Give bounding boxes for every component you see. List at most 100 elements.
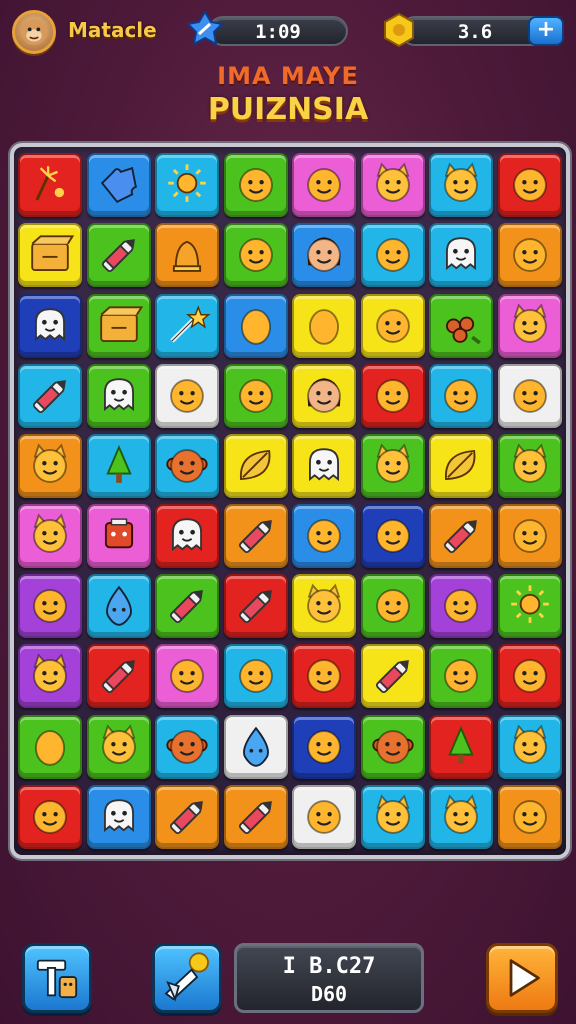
tile-crayon[interactable] — [155, 574, 220, 639]
tile-tree[interactable] — [429, 714, 494, 779]
tile-cat[interactable] — [18, 433, 83, 498]
tile-drop[interactable] — [86, 574, 151, 639]
tile-smile[interactable] — [292, 504, 357, 569]
crayon-icon — [101, 660, 135, 694]
tile-cat[interactable] — [360, 784, 425, 849]
tile-smile[interactable] — [223, 153, 288, 218]
tile-tree[interactable] — [86, 433, 151, 498]
wand-icon — [170, 304, 211, 343]
tile-egg[interactable] — [292, 293, 357, 358]
tile-cat[interactable] — [497, 293, 562, 358]
tile-crayon[interactable] — [360, 644, 425, 709]
tile-cat[interactable] — [18, 504, 83, 569]
smile-icon — [307, 168, 342, 203]
tile-monkey[interactable] — [155, 433, 220, 498]
tile-sun[interactable] — [155, 153, 220, 218]
tile-smile[interactable] — [429, 644, 494, 709]
tile-crayon[interactable] — [223, 784, 288, 849]
tile-smile[interactable] — [497, 153, 562, 218]
tile-smile[interactable] — [223, 363, 288, 428]
tile-berries[interactable] — [429, 293, 494, 358]
tile-smile[interactable] — [18, 574, 83, 639]
tile-crayon[interactable] — [223, 574, 288, 639]
add-coins-button[interactable]: + — [528, 16, 564, 46]
egg-icon — [240, 308, 271, 345]
tile-ghost[interactable] — [155, 504, 220, 569]
tile-egg[interactable] — [18, 714, 83, 779]
tile-crayon[interactable] — [429, 504, 494, 569]
tile-smile[interactable] — [497, 223, 562, 288]
avatar[interactable] — [12, 10, 56, 54]
tile-leaf[interactable] — [429, 433, 494, 498]
tile-girl[interactable] — [292, 223, 357, 288]
tile-cat[interactable] — [292, 574, 357, 639]
smile-icon — [512, 168, 547, 203]
tile-sparkler[interactable] — [18, 153, 83, 218]
tile-smile[interactable] — [497, 784, 562, 849]
hammer-icon — [36, 959, 78, 999]
tile-cat[interactable] — [18, 644, 83, 709]
tile-smile[interactable] — [360, 504, 425, 569]
tile-box[interactable] — [86, 293, 151, 358]
tile-sun[interactable] — [497, 574, 562, 639]
tile-crayon[interactable] — [18, 363, 83, 428]
tile-ghost[interactable] — [18, 293, 83, 358]
tile-smile[interactable] — [497, 504, 562, 569]
tile-egg[interactable] — [223, 293, 288, 358]
tile-smile[interactable] — [292, 714, 357, 779]
tile-cat[interactable] — [429, 784, 494, 849]
tile-smile[interactable] — [223, 644, 288, 709]
egg-icon — [35, 729, 66, 766]
tile-bell[interactable] — [155, 223, 220, 288]
tile-ghost[interactable] — [86, 363, 151, 428]
tile-smile[interactable] — [360, 293, 425, 358]
tile-crayon[interactable] — [223, 504, 288, 569]
tile-ghost[interactable] — [292, 433, 357, 498]
tile-smile[interactable] — [155, 644, 220, 709]
tile-smile[interactable] — [223, 223, 288, 288]
tile-wand[interactable] — [155, 293, 220, 358]
tile-smile[interactable] — [429, 363, 494, 428]
tile-cat[interactable] — [429, 153, 494, 218]
rocket-button[interactable] — [152, 943, 222, 1013]
tile-smile[interactable] — [292, 644, 357, 709]
tile-cat[interactable] — [497, 714, 562, 779]
tile-crayon[interactable] — [86, 644, 151, 709]
cat-icon — [444, 794, 478, 834]
tile-puzzle[interactable] — [86, 153, 151, 218]
tile-crayon[interactable] — [155, 784, 220, 849]
tile-monkey[interactable] — [360, 714, 425, 779]
tile-cat[interactable] — [497, 433, 562, 498]
tile-cat[interactable] — [360, 153, 425, 218]
tile-box[interactable] — [18, 223, 83, 288]
tile-cat[interactable] — [360, 433, 425, 498]
tile-smile[interactable] — [360, 363, 425, 428]
smile-icon — [375, 519, 410, 553]
tile-smile[interactable] — [292, 153, 357, 218]
play-button[interactable] — [486, 943, 558, 1013]
monkey-icon — [166, 729, 208, 764]
tile-cat[interactable] — [86, 714, 151, 779]
tile-leaf[interactable] — [223, 433, 288, 498]
tile-smile[interactable] — [360, 574, 425, 639]
tree-icon — [448, 725, 474, 764]
player-name: Matacle — [68, 18, 157, 42]
tile-girl[interactable] — [292, 363, 357, 428]
tile-smile[interactable] — [497, 363, 562, 428]
tile-crayon[interactable] — [86, 223, 151, 288]
tile-smile[interactable] — [429, 574, 494, 639]
tile-drop[interactable] — [223, 714, 288, 779]
tile-ghost[interactable] — [429, 223, 494, 288]
tile-smile[interactable] — [292, 784, 357, 849]
tile-smile[interactable] — [18, 784, 83, 849]
tile-ghost[interactable] — [86, 784, 151, 849]
hammer-button[interactable] — [22, 943, 92, 1013]
box-icon — [100, 305, 144, 342]
sparkler-icon — [36, 166, 65, 201]
tile-robot[interactable] — [86, 504, 151, 569]
crayon-icon — [238, 590, 272, 624]
tile-smile[interactable] — [360, 223, 425, 288]
tile-monkey[interactable] — [155, 714, 220, 779]
tile-smile[interactable] — [155, 363, 220, 428]
tile-smile[interactable] — [497, 644, 562, 709]
